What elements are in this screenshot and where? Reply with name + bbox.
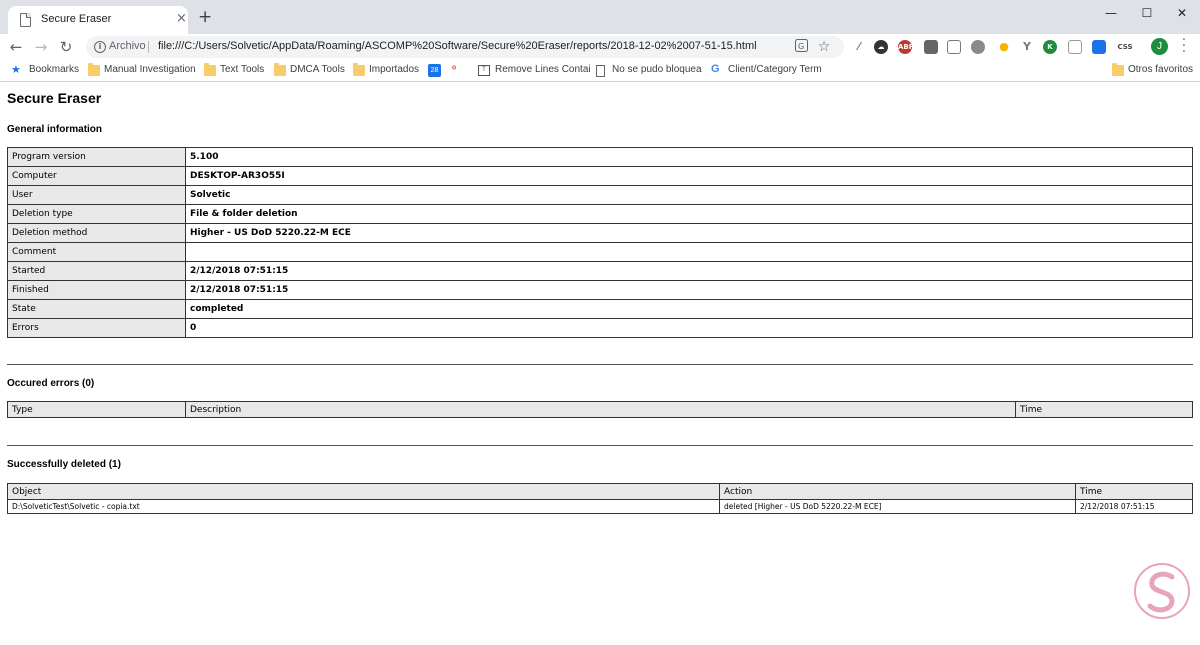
pin-extension-icon[interactable]: Y <box>1020 40 1034 54</box>
copy-extension-icon[interactable] <box>947 40 961 54</box>
column-header-type: Type <box>7 401 186 418</box>
k-extension-icon[interactable]: K <box>1043 40 1057 54</box>
close-window-button[interactable]: ✕ <box>1164 4 1200 22</box>
column-header-object: Object <box>7 483 720 500</box>
forward-button[interactable]: → <box>31 37 51 57</box>
bookmarks-bar: ★ Bookmarks Manual Investigation Text To… <box>0 60 1200 82</box>
close-tab-icon[interactable]: × <box>176 11 187 27</box>
tab-extension-icon[interactable] <box>1092 40 1106 54</box>
table-row: Deletion type File & folder deletion <box>7 204 1193 224</box>
errors-table: Type Description Time <box>7 401 1193 418</box>
brush-extension-icon[interactable]: ⁄ <box>852 40 866 54</box>
deleted-time-cell: 2/12/2018 07:51:15 <box>1075 499 1193 514</box>
table-row: Computer DESKTOP-AR3O55I <box>7 166 1193 186</box>
section-divider <box>7 445 1193 446</box>
new-tab-button[interactable]: + <box>198 8 212 26</box>
table-row: Errors 0 <box>7 318 1193 338</box>
url-scheme-label: Archivo <box>109 40 146 52</box>
folder-icon <box>1112 63 1124 76</box>
page-content: Secure Eraser General information Progra… <box>0 83 1200 645</box>
back-button[interactable]: ← <box>6 37 26 57</box>
table-row: Started 2/12/2018 07:51:15 <box>7 261 1193 281</box>
info-icon[interactable]: i <box>94 41 106 53</box>
minimize-button[interactable]: — <box>1093 4 1129 22</box>
table-header-row: Type Description Time <box>7 401 1193 418</box>
bookmark-calendar[interactable]: 28 <box>428 64 442 78</box>
maximize-button[interactable]: ☐ <box>1129 4 1165 22</box>
folder-icon <box>204 63 216 76</box>
calendar-icon: 28 <box>428 64 441 77</box>
cloud-extension-icon[interactable]: ☁ <box>874 40 888 54</box>
column-header-time: Time <box>1015 401 1193 418</box>
star-icon: ★ <box>11 64 21 76</box>
table-row: Finished 2/12/2018 07:51:15 <box>7 280 1193 300</box>
tool-icon: T <box>478 65 490 76</box>
grid-extension-icon[interactable] <box>1068 40 1082 54</box>
table-row: Comment <box>7 242 1193 262</box>
css-extension-icon[interactable]: CSS <box>1115 40 1135 54</box>
bookmark-star-icon[interactable]: ☆ <box>816 39 832 55</box>
table-header-row: Object Action Time <box>7 483 1193 500</box>
bulb-extension-icon[interactable]: ● <box>997 40 1011 54</box>
menu-icon[interactable]: · · · <box>1180 34 1188 59</box>
folder-icon <box>274 63 286 76</box>
adblock-extension-icon[interactable]: ABP <box>898 40 914 54</box>
general-information-table: Program version 5.100 Computer DESKTOP-AR3… <box>7 147 1193 338</box>
table-row: State completed <box>7 299 1193 319</box>
folder-icon <box>353 63 365 76</box>
address-bar[interactable]: i Archivo file:///C:/Users/Solvetic/AppD… <box>86 36 844 58</box>
extension-icon[interactable] <box>924 40 938 54</box>
watermark-logo-icon <box>1134 563 1190 619</box>
occured-errors-heading: Occured errors (0) <box>7 378 95 389</box>
translate-icon[interactable]: G <box>793 39 809 55</box>
tab-strip: Secure Eraser × + — ☐ ✕ <box>0 0 1200 34</box>
page-title: Secure Eraser <box>7 90 102 106</box>
table-row: D:\SolveticTest\Solvetic - copia.txt del… <box>7 499 1193 514</box>
column-header-time: Time <box>1075 483 1193 500</box>
reload-button[interactable]: ↻ <box>56 37 76 57</box>
monday-icon: ᵒ <box>452 64 457 75</box>
google-icon: G <box>711 63 720 75</box>
browser-toolbar: ← → ↻ i Archivo file:///C:/Users/Solveti… <box>0 34 1200 60</box>
svg-text:G: G <box>798 42 804 51</box>
deleted-action-cell: deleted [Higher - US DoD 5220.22-M ECE] <box>719 499 1076 514</box>
table-row: Deletion method Higher - US DoD 5220.22-M… <box>7 223 1193 243</box>
url-text[interactable]: file:///C:/Users/Solvetic/AppData/Roamin… <box>158 40 757 52</box>
deleted-object-cell: D:\SolveticTest\Solvetic - copia.txt <box>7 499 720 514</box>
section-divider <box>7 364 1193 365</box>
address-divider <box>148 41 149 53</box>
column-header-description: Description <box>185 401 1016 418</box>
page-icon <box>20 13 31 27</box>
bookmark-monday[interactable]: ᵒ <box>452 64 466 78</box>
successfully-deleted-heading: Successfully deleted (1) <box>7 459 121 470</box>
table-row: User Solvetic <box>7 185 1193 205</box>
shield-extension-icon[interactable] <box>971 40 985 54</box>
page-icon <box>596 65 605 77</box>
general-information-heading: General information <box>7 124 103 135</box>
tab-title: Secure Eraser <box>41 13 112 25</box>
tab-secure-eraser[interactable]: Secure Eraser × <box>8 6 188 34</box>
folder-icon <box>88 63 100 76</box>
column-header-action: Action <box>719 483 1076 500</box>
deleted-table: Object Action Time D:\SolveticTest\Solve… <box>7 483 1193 514</box>
profile-avatar[interactable]: J <box>1151 38 1168 55</box>
table-row: Program version 5.100 <box>7 147 1193 167</box>
